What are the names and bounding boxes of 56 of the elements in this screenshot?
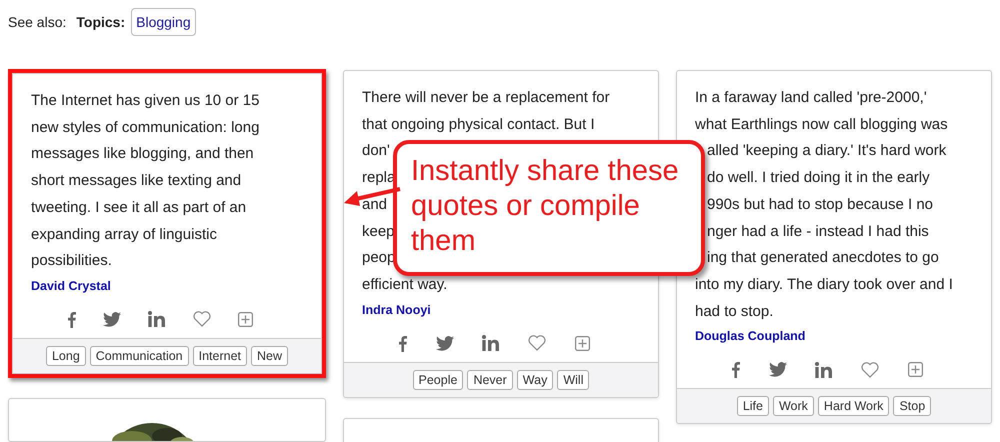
see-also-label: See also:: [8, 14, 66, 30]
quote-text-line: ing that generated anecdotes to go: [706, 248, 939, 268]
tag-button[interactable]: Hard Work: [818, 396, 890, 416]
author-link[interactable]: Indra Nooyi: [362, 302, 644, 317]
quote-text-line: do well. I tried doing it in the early: [706, 168, 930, 188]
twitter-bird-icon[interactable]: [436, 336, 454, 351]
quote-text-line: new styles of communication: long: [31, 118, 260, 138]
add-icon[interactable]: [574, 336, 590, 351]
tag-button[interactable]: People: [412, 370, 464, 390]
facebook-icon[interactable]: [731, 361, 740, 378]
heart-icon[interactable]: [861, 362, 880, 378]
tag-button[interactable]: Internet: [192, 346, 248, 366]
tag-button[interactable]: Life: [736, 396, 769, 416]
quote-text-line: 990s but had to stop because I no: [706, 194, 934, 215]
tag-button[interactable]: Work: [772, 396, 814, 416]
quote-text-line: had to stop.: [695, 302, 774, 322]
twitter-bird-icon[interactable]: [768, 362, 787, 378]
heart-icon[interactable]: [192, 311, 211, 328]
quote-text-line: In a faraway land called 'pre-2000,': [695, 88, 927, 108]
linkedin-icon[interactable]: [148, 311, 166, 328]
tag-button[interactable]: Long: [46, 346, 86, 366]
quote-text-line: efficient way.: [362, 274, 448, 295]
add-icon[interactable]: [238, 312, 254, 327]
add-icon[interactable]: [908, 362, 923, 378]
tag-button[interactable]: Stop: [893, 396, 932, 416]
author-link[interactable]: Douglas Coupland: [695, 329, 977, 344]
tag-button[interactable]: New: [251, 346, 288, 366]
author-link[interactable]: David Crystal: [31, 278, 307, 293]
quote-text-line: tweeting. I see it all as part of an: [31, 198, 246, 218]
quote-text-line: alled 'keeping a diary.' It's hard work: [706, 141, 946, 162]
tag-button[interactable]: Communication: [90, 346, 189, 366]
quote-text-line: nger had a life - instead I had this: [706, 222, 929, 242]
callout-annotation: Instantly share these quotes or compile them: [393, 140, 705, 276]
linkedin-icon[interactable]: [482, 335, 500, 352]
topic-tag[interactable]: Blogging: [131, 8, 196, 36]
facebook-icon[interactable]: [66, 310, 76, 328]
quote-text-line: that ongoing physical contact. But I: [362, 114, 595, 135]
topics-label: Topics:: [76, 14, 126, 30]
tag-button[interactable]: Never: [467, 370, 513, 390]
heart-icon[interactable]: [528, 335, 546, 352]
twitter-bird-icon[interactable]: [103, 312, 122, 327]
quote-text-line: and: [362, 194, 388, 215]
tag-button[interactable]: Way: [516, 370, 554, 390]
quote-text-line: what Earthlings now call blogging was: [695, 114, 948, 135]
quote-text-line: keep: [362, 222, 395, 242]
quote-text-line: expanding array of linguistic: [31, 224, 217, 245]
quote-text-line: possibilities.: [31, 251, 112, 272]
quote-text-line: short messages like texting and: [31, 171, 242, 192]
quote-text-line: messages like blogging, and then: [31, 144, 254, 164]
quote-text-line: There will never be a replacement for: [362, 88, 610, 108]
quote-text-line: into my diary. The diary took over and I: [695, 274, 953, 295]
quote-text-line: don': [362, 141, 390, 162]
tag-button[interactable]: Will: [557, 370, 590, 390]
quote-text-line: The Internet has given us 10 or 15: [31, 91, 260, 111]
linkedin-icon[interactable]: [815, 362, 832, 378]
facebook-icon[interactable]: [398, 334, 408, 352]
